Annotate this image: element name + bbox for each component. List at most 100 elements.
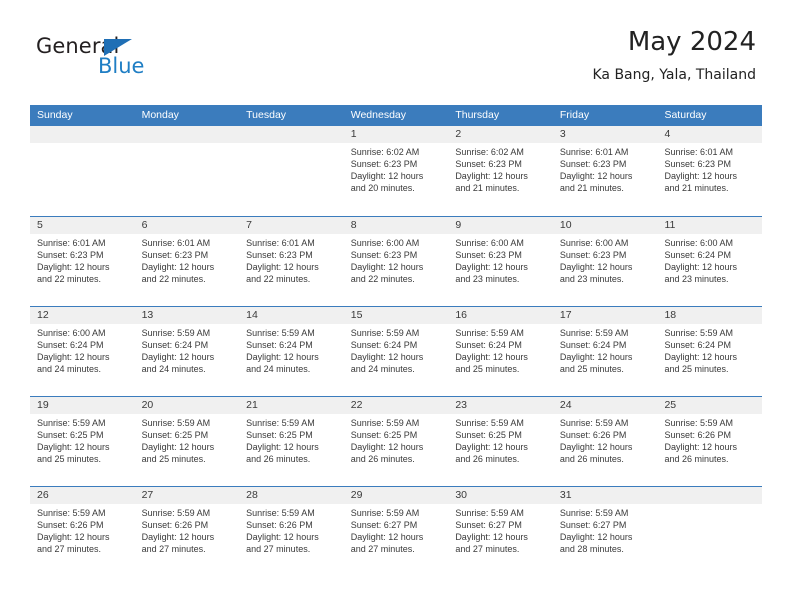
weekday-header-friday: Friday — [559, 109, 590, 121]
calendar-day-cell[interactable]: 8 Sunrise: 6:00 AM Sunset: 6:23 PM Daylight… — [343, 217, 449, 306]
daylight-duration-line2: and 26 minutes. — [455, 454, 520, 465]
day-sun-info: Sunrise: 5:59 AM Sunset: 6:25 PM Daylight:… — [30, 414, 135, 465]
sunrise-time: Sunrise: 5:59 AM — [455, 418, 524, 428]
daylight-duration-line2: and 23 minutes. — [664, 274, 729, 285]
daylight-duration-line1: Daylight: 12 hours — [455, 442, 528, 453]
daylight-duration-line2: and 27 minutes. — [350, 544, 415, 555]
daylight-duration-line1: Daylight: 12 hours — [559, 171, 633, 182]
calendar-week-row: 12 Sunrise: 6:00 AM Sunset: 6:24 PM Dayligh… — [30, 306, 763, 396]
sunrise-time: Sunrise: 5:59 AM — [455, 508, 524, 518]
calendar-day-cell[interactable]: 20 Sunrise: 5:59 AM Sunset: 6:25 PM Dayligh… — [134, 397, 240, 486]
calendar-day-cell[interactable]: 13 Sunrise: 5:59 AM Sunset: 6:24 PM Dayligh… — [134, 307, 240, 396]
sunset-time: Sunset: 6:23 PM — [37, 250, 104, 261]
calendar-day-cell[interactable]: 16 Sunrise: 5:59 AM Sunset: 6:24 PM Dayligh… — [448, 307, 553, 396]
day-number: 30 — [448, 487, 553, 504]
sunrise-time: Sunrise: 5:59 AM — [559, 328, 629, 338]
sunset-time: Sunset: 6:24 PM — [559, 340, 627, 351]
sunrise-time: Sunrise: 5:59 AM — [37, 418, 106, 428]
calendar-day-cell[interactable]: 6 Sunrise: 6:01 AM Sunset: 6:23 PM Daylight… — [134, 217, 240, 306]
day-number: 17 — [552, 307, 658, 324]
calendar-day-cell[interactable]: 29 Sunrise: 5:59 AM Sunset: 6:27 PM Dayligh… — [343, 487, 449, 576]
sunrise-time: Sunrise: 5:59 AM — [455, 328, 524, 338]
daylight-duration-line1: Daylight: 12 hours — [246, 352, 319, 363]
calendar-day-cell[interactable]: 3 Sunrise: 6:01 AM Sunset: 6:23 PM Daylight… — [552, 126, 658, 216]
day-number: 14 — [239, 307, 344, 324]
calendar-day-cell[interactable]: 19 Sunrise: 5:59 AM Sunset: 6:25 PM Dayligh… — [30, 397, 135, 486]
day-sun-info: Sunrise: 5:59 AM Sunset: 6:24 PM Daylight:… — [657, 324, 762, 375]
day-number — [30, 126, 135, 143]
daylight-duration-line2: and 27 minutes. — [246, 544, 311, 555]
daylight-duration-line2: and 22 minutes. — [246, 274, 311, 285]
sunrise-time: Sunrise: 6:01 AM — [246, 238, 315, 248]
calendar-day-cell[interactable]: 11 Sunrise: 6:00 AM Sunset: 6:24 PM Dayligh… — [657, 217, 763, 306]
daylight-duration-line2: and 25 minutes. — [37, 454, 102, 465]
calendar-day-cell[interactable]: 31 Sunrise: 5:59 AM Sunset: 6:27 PM Dayligh… — [552, 487, 658, 576]
calendar-day-cell[interactable]: 10 Sunrise: 6:00 AM Sunset: 6:23 PM Dayligh… — [552, 217, 658, 306]
day-sun-info: Sunrise: 6:01 AM Sunset: 6:23 PM Daylight:… — [135, 234, 240, 285]
calendar-day-cell[interactable]: 14 Sunrise: 5:59 AM Sunset: 6:24 PM Dayligh… — [239, 307, 344, 396]
calendar-day-cell[interactable]: 24 Sunrise: 5:59 AM Sunset: 6:26 PM Dayligh… — [552, 397, 658, 486]
day-sun-info: Sunrise: 5:59 AM Sunset: 6:25 PM Daylight:… — [135, 414, 240, 465]
calendar-day-cell[interactable]: 15 Sunrise: 5:59 AM Sunset: 6:24 PM Dayligh… — [343, 307, 449, 396]
sunset-time: Sunset: 6:27 PM — [559, 520, 627, 531]
day-sun-info: Sunrise: 5:59 AM Sunset: 6:26 PM Daylight:… — [30, 504, 135, 555]
daylight-duration-line1: Daylight: 12 hours — [559, 262, 633, 273]
day-number: 19 — [30, 397, 135, 414]
sunrise-time: Sunrise: 5:59 AM — [246, 418, 315, 428]
calendar-day-cell-empty — [134, 126, 240, 216]
calendar-day-cell[interactable]: 1 Sunrise: 6:02 AM Sunset: 6:23 PM Daylight… — [343, 126, 449, 216]
sunrise-time: Sunrise: 6:01 AM — [559, 147, 629, 157]
sunset-time: Sunset: 6:23 PM — [350, 159, 418, 170]
sunset-time: Sunset: 6:24 PM — [37, 340, 104, 351]
sunrise-time: Sunrise: 6:01 AM — [141, 238, 211, 248]
day-number: 8 — [343, 217, 449, 234]
daylight-duration-line2: and 27 minutes. — [455, 544, 520, 555]
calendar-day-cell[interactable]: 12 Sunrise: 6:00 AM Sunset: 6:24 PM Dayligh… — [30, 307, 135, 396]
calendar-day-cell[interactable]: 18 Sunrise: 5:59 AM Sunset: 6:24 PM Dayligh… — [657, 307, 763, 396]
sunrise-time: Sunrise: 6:00 AM — [455, 238, 524, 248]
sunrise-time: Sunrise: 6:00 AM — [664, 238, 734, 248]
calendar-day-cell[interactable]: 4 Sunrise: 6:01 AM Sunset: 6:23 PM Daylight… — [657, 126, 763, 216]
day-sun-info: Sunrise: 6:02 AM Sunset: 6:23 PM Daylight:… — [448, 143, 553, 194]
day-number — [239, 126, 344, 143]
calendar-day-cell[interactable]: 5 Sunrise: 6:01 AM Sunset: 6:23 PM Daylight… — [30, 217, 135, 306]
sunset-time: Sunset: 6:26 PM — [559, 430, 627, 441]
sunrise-time: Sunrise: 5:59 AM — [141, 328, 211, 338]
calendar-day-cell[interactable]: 28 Sunrise: 5:59 AM Sunset: 6:26 PM Dayligh… — [239, 487, 344, 576]
day-number: 10 — [552, 217, 658, 234]
daylight-duration-line1: Daylight: 12 hours — [664, 262, 738, 273]
calendar-day-cell[interactable]: 7 Sunrise: 6:01 AM Sunset: 6:23 PM Daylight… — [239, 217, 344, 306]
sunset-time: Sunset: 6:23 PM — [246, 250, 313, 261]
daylight-duration-line2: and 24 minutes. — [246, 364, 311, 375]
calendar-day-cell[interactable]: 30 Sunrise: 5:59 AM Sunset: 6:27 PM Dayligh… — [448, 487, 553, 576]
day-sun-info: Sunrise: 5:59 AM Sunset: 6:24 PM Daylight:… — [344, 324, 449, 375]
calendar-day-cell[interactable]: 21 Sunrise: 5:59 AM Sunset: 6:25 PM Dayligh… — [239, 397, 344, 486]
sunrise-time: Sunrise: 5:59 AM — [664, 328, 734, 338]
calendar-day-cell[interactable]: 2 Sunrise: 6:02 AM Sunset: 6:23 PM Daylight… — [448, 126, 553, 216]
general-blue-logo[interactable]: General Blue — [36, 36, 236, 92]
calendar-week-row: 19 Sunrise: 5:59 AM Sunset: 6:25 PM Dayligh… — [30, 396, 763, 486]
calendar-day-cell[interactable]: 23 Sunrise: 5:59 AM Sunset: 6:25 PM Dayligh… — [448, 397, 553, 486]
weekday-header-sunday: Sunday — [37, 109, 73, 121]
day-number — [657, 487, 763, 504]
daylight-duration-line2: and 26 minutes. — [559, 454, 624, 465]
daylight-duration-line2: and 26 minutes. — [664, 454, 729, 465]
daylight-duration-line1: Daylight: 12 hours — [350, 442, 424, 453]
calendar-day-cell[interactable]: 22 Sunrise: 5:59 AM Sunset: 6:25 PM Dayligh… — [343, 397, 449, 486]
daylight-duration-line1: Daylight: 12 hours — [455, 171, 528, 182]
daylight-duration-line2: and 21 minutes. — [559, 183, 624, 194]
day-sun-info: Sunrise: 5:59 AM Sunset: 6:25 PM Daylight:… — [239, 414, 344, 465]
calendar-day-cell[interactable]: 9 Sunrise: 6:00 AM Sunset: 6:23 PM Daylight… — [448, 217, 553, 306]
daylight-duration-line2: and 21 minutes. — [455, 183, 520, 194]
daylight-duration-line1: Daylight: 12 hours — [559, 352, 633, 363]
day-number: 4 — [657, 126, 763, 143]
sunset-time: Sunset: 6:25 PM — [455, 430, 522, 441]
calendar-day-cell[interactable]: 26 Sunrise: 5:59 AM Sunset: 6:26 PM Dayligh… — [30, 487, 135, 576]
calendar-day-cell[interactable]: 17 Sunrise: 5:59 AM Sunset: 6:24 PM Dayligh… — [552, 307, 658, 396]
daylight-duration-line1: Daylight: 12 hours — [141, 262, 215, 273]
day-sun-info: Sunrise: 6:00 AM Sunset: 6:24 PM Daylight:… — [30, 324, 135, 375]
day-number: 31 — [552, 487, 658, 504]
daylight-duration-line2: and 22 minutes. — [141, 274, 206, 285]
calendar-day-cell[interactable]: 27 Sunrise: 5:59 AM Sunset: 6:26 PM Dayligh… — [134, 487, 240, 576]
calendar-day-cell[interactable]: 25 Sunrise: 5:59 AM Sunset: 6:26 PM Dayligh… — [657, 397, 763, 486]
